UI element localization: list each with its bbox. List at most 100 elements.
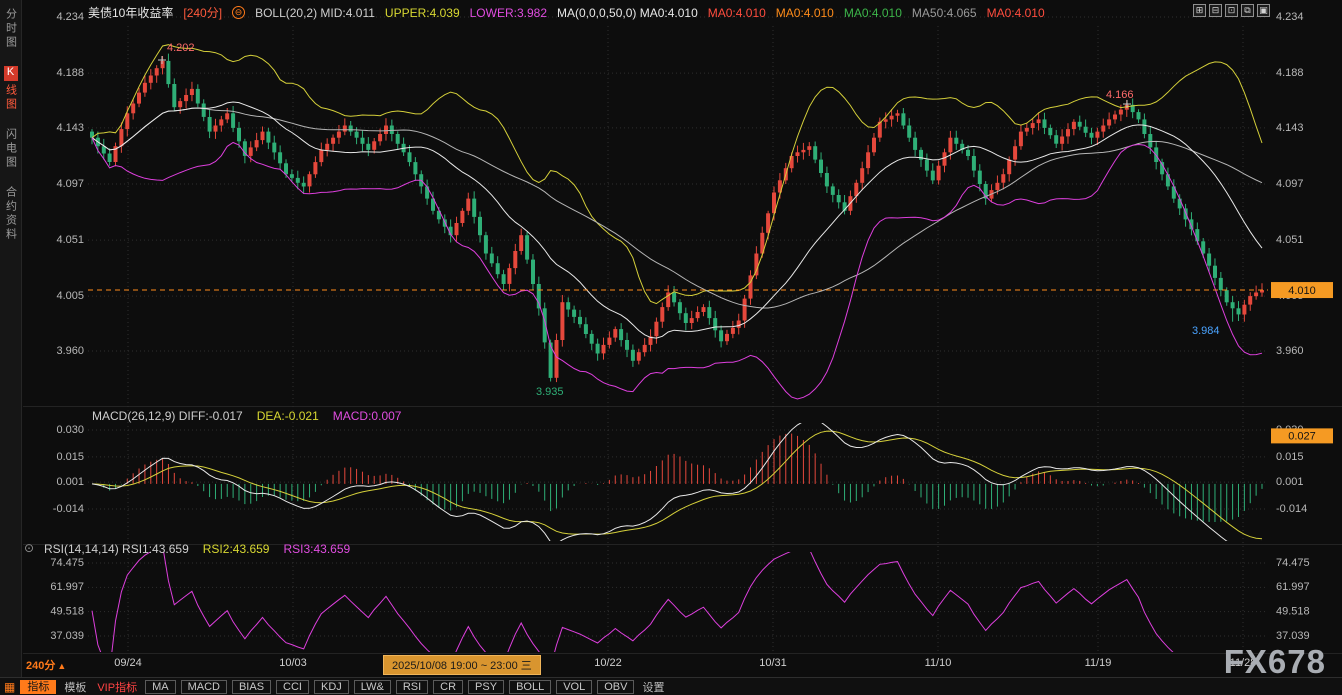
svg-text:3.960: 3.960 <box>56 345 84 357</box>
svg-text:4.051: 4.051 <box>1276 234 1304 246</box>
macd-value-0: MACD(26,12,9) DIFF:-0.017 <box>92 409 243 423</box>
toolbar-tab-cci[interactable]: CCI <box>276 680 309 694</box>
date-label: 11/10 <box>925 657 952 669</box>
rsi-value-1: RSI2:43.659 <box>203 542 270 556</box>
toolbar-tab-vol[interactable]: VOL <box>556 680 592 694</box>
grid-layout-icon[interactable]: ⊞ <box>1193 4 1206 17</box>
svg-text:37.039: 37.039 <box>1276 630 1310 642</box>
indicator-readout-2: LOWER:3.982 <box>470 6 547 20</box>
toolbar-tab-rsi[interactable]: RSI <box>396 680 428 694</box>
toolbar-tab-kdj[interactable]: KDJ <box>314 680 349 694</box>
toolbar-tab-template[interactable]: 模板 <box>61 679 89 695</box>
chart-canvas[interactable]: 4.234 4.234 4.188 4.188 4.143 4.143 4.097 4.097… <box>0 0 1342 695</box>
macd-value-2: MACD:0.007 <box>333 409 402 423</box>
svg-text:4.188: 4.188 <box>1276 67 1304 79</box>
indicator-settings-icon[interactable]: ⊙ <box>24 541 34 555</box>
rsi-value-0: RSI(14,14,14) RSI1:43.659 <box>44 542 189 556</box>
toolbar-tab-macd[interactable]: MACD <box>181 680 227 694</box>
svg-text:3.984: 3.984 <box>1192 325 1220 337</box>
chart-header: 美债10年收益率 [240分] ⊖ BOLL(20,2) MID:4.011 UP… <box>88 4 1045 21</box>
macd-value-1: DEA:-0.021 <box>257 409 319 423</box>
instrument-title: 美债10年收益率 <box>88 4 173 21</box>
svg-text:3.935: 3.935 <box>536 386 564 398</box>
svg-text:61.997: 61.997 <box>1276 581 1310 593</box>
svg-text:4.097: 4.097 <box>1276 178 1304 190</box>
svg-text:4.143: 4.143 <box>56 122 84 134</box>
indicator-readout-1: UPPER:4.039 <box>385 6 460 20</box>
period-badge[interactable]: [240分] <box>183 4 222 21</box>
svg-text:49.518: 49.518 <box>1276 606 1310 618</box>
svg-text:0.015: 0.015 <box>1276 451 1304 463</box>
svg-text:4.188: 4.188 <box>56 67 84 79</box>
chart-app: 4.234 4.234 4.188 4.188 4.143 4.143 4.097 4.097… <box>0 0 1342 695</box>
toolbar-tabs: 指标模板 VIP指标 MA MACD BIAS CCI KDJ LW&RSI CR PSY BOLL… <box>20 679 667 695</box>
date-range-tooltip: 2025/10/08 19:00 ~ 23:00 三 <box>383 655 541 675</box>
sidebar-item-label: 线图 <box>5 84 17 112</box>
indicator-readout-6: MA0:4.010 <box>844 6 902 20</box>
sidebar: 分时图 K 线图闪电图合约资料 <box>0 0 22 695</box>
svg-text:0.001: 0.001 <box>1276 476 1304 488</box>
single-pane-icon[interactable]: ⊡ <box>1225 4 1238 17</box>
svg-text:0.030: 0.030 <box>56 424 84 436</box>
svg-text:61.997: 61.997 <box>50 581 84 593</box>
toolbar-tab-obv[interactable]: OBV <box>597 680 634 694</box>
toolbar-tab-psy[interactable]: PSY <box>468 680 504 694</box>
toolbar-tab-cr[interactable]: CR <box>433 680 463 694</box>
svg-text:0.015: 0.015 <box>56 451 84 463</box>
svg-text:37.039: 37.039 <box>50 630 84 642</box>
sidebar-item-kline-chart[interactable]: K 线图 <box>4 66 18 112</box>
chevron-up-icon: ▲ <box>57 661 66 671</box>
svg-text:3.960: 3.960 <box>1276 345 1304 357</box>
window-controls: ⊞⊟⊡⧉▣ <box>1193 4 1270 17</box>
svg-text:4.005: 4.005 <box>56 290 84 302</box>
toolbar-tab-boll[interactable]: BOLL <box>509 680 551 694</box>
sidebar-item-lightning-chart[interactable]: 闪电图 <box>4 128 18 170</box>
toolbar: ▦ 指标模板 VIP指标 MA MACD BIAS CCI KDJ LW&RSI CR PSY BO… <box>0 677 1342 695</box>
fx678-watermark: FX678 <box>1224 643 1326 681</box>
svg-text:-0.014: -0.014 <box>1276 503 1307 515</box>
indicator-readout-5: MA0:4.010 <box>776 6 834 20</box>
date-label: 10/03 <box>279 657 307 669</box>
svg-text:4.097: 4.097 <box>56 178 84 190</box>
period-selector[interactable]: 240分▲ <box>26 657 66 673</box>
horizontal-split-icon[interactable]: ⊟ <box>1209 4 1222 17</box>
toolbar-tab-indicator[interactable]: 指标 <box>20 680 56 694</box>
rsi-value-2: RSI3:43.659 <box>283 542 350 556</box>
sidebar-item-contract-info[interactable]: 合约资料 <box>4 186 18 242</box>
svg-text:74.475: 74.475 <box>1276 557 1310 569</box>
toolbar-tab-bias[interactable]: BIAS <box>232 680 271 694</box>
sidebar-item-time-chart[interactable]: 分时图 <box>4 8 18 50</box>
indicator-grid-icon[interactable]: ▦ <box>4 680 15 694</box>
indicator-readout-0: BOLL(20,2) MID:4.011 <box>255 6 375 20</box>
date-label: 09/24 <box>114 657 142 669</box>
date-label: 10/22 <box>594 657 622 669</box>
svg-text:4.234: 4.234 <box>1276 11 1304 23</box>
active-chart-badge: K <box>4 66 18 81</box>
date-axis: 240分▲ 2025/10/08 19:00 ~ 23:00 三 09/24 10… <box>0 655 1342 672</box>
date-label: 11/19 <box>1085 657 1112 669</box>
date-label: 10/31 <box>759 657 787 669</box>
indicator-readouts: BOLL(20,2) MID:4.011 UPPER:4.039 LOWER:3.9… <box>255 6 1045 20</box>
svg-text:-0.014: -0.014 <box>53 503 84 515</box>
svg-text:4.010: 4.010 <box>1288 285 1316 297</box>
toolbar-tab-ma[interactable]: MA <box>145 680 176 694</box>
svg-text:4.234: 4.234 <box>56 11 84 23</box>
indicator-readout-3: MA(0,0,0,50,0) MA0:4.010 <box>557 6 698 20</box>
indicator-readout-7: MA50:4.065 <box>912 6 977 20</box>
toolbar-tab-vip-indicator[interactable]: VIP指标 <box>94 679 140 695</box>
overlay-windows-icon[interactable]: ⧉ <box>1241 4 1254 17</box>
indicator-readout-4: MA0:4.010 <box>708 6 766 20</box>
svg-text:4.202: 4.202 <box>167 42 195 54</box>
indicator-readout-8: MA0:4.010 <box>987 6 1045 20</box>
svg-text:74.475: 74.475 <box>50 557 84 569</box>
link-icon[interactable]: ⊖ <box>232 6 245 19</box>
macd-header: MACD(26,12,9) DIFF:-0.017 DEA:-0.021 MACD:… <box>92 409 401 423</box>
svg-text:0.001: 0.001 <box>56 476 84 488</box>
toolbar-tab-lwr[interactable]: LW& <box>354 680 391 694</box>
svg-text:0.027: 0.027 <box>1288 430 1316 442</box>
period-selector-label: 240分 <box>26 660 55 672</box>
maximize-icon[interactable]: ▣ <box>1257 4 1270 17</box>
toolbar-tab-settings[interactable]: 设置 <box>639 679 667 695</box>
svg-text:4.143: 4.143 <box>1276 122 1304 134</box>
svg-text:4.166: 4.166 <box>1106 89 1134 101</box>
